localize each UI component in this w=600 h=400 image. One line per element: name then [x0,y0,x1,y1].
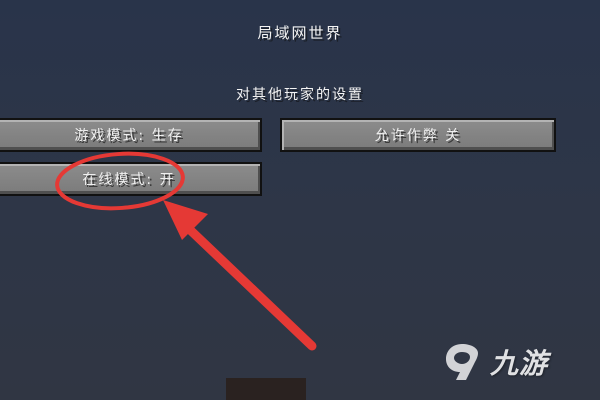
game-mode-label: 游戏模式: 生存 [74,128,184,144]
jiuyou-logo-icon [446,344,478,380]
screen-title: 局域网世界 [257,24,343,42]
highlight-arrow-head [163,200,208,240]
highlight-arrow-shaft [181,221,317,351]
game-mode-button[interactable]: 游戏模式: 生存 [0,118,262,152]
allow-cheats-button[interactable]: 允许作弊 关 [280,118,556,152]
lan-world-settings-screen: 局域网世界 对其他玩家的设置 游戏模式: 生存 允许作弊 关 在线模式: 开 九… [0,0,600,400]
online-mode-label: 在线模式: 开 [82,172,176,188]
watermark: 九游 [440,336,590,388]
online-mode-button[interactable]: 在线模式: 开 [0,162,262,196]
settings-subtitle: 对其他玩家的设置 [236,87,364,103]
allow-cheats-label: 允许作弊 关 [374,128,462,144]
bottom-dark-block [226,378,306,400]
watermark-text: 九游 [490,347,549,380]
